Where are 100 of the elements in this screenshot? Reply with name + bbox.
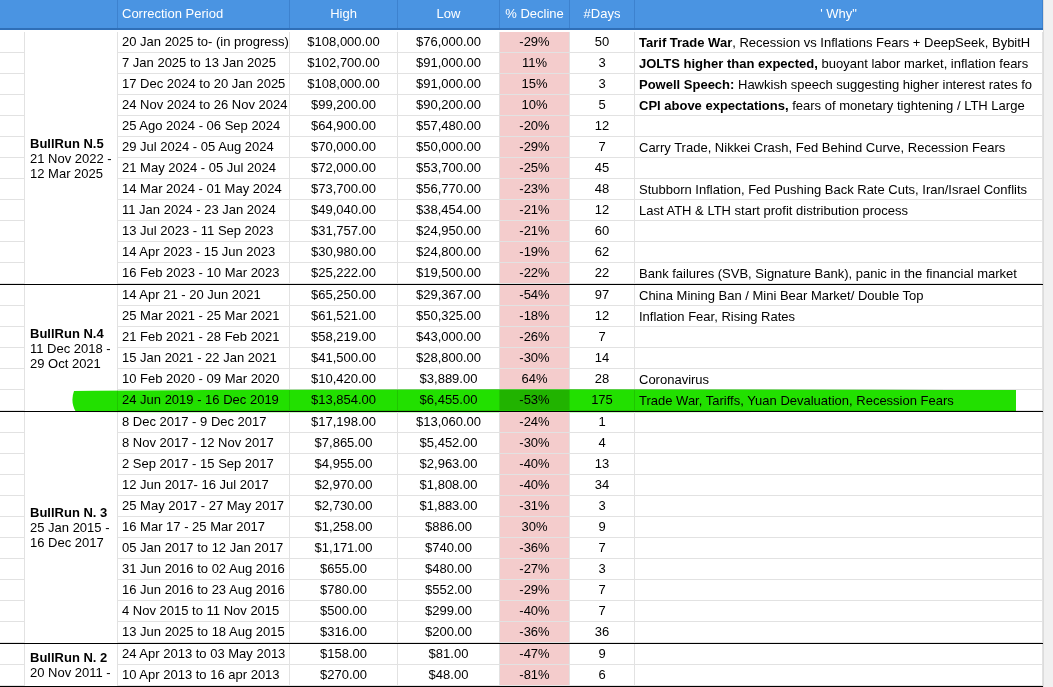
table-cell: 48 [570,179,635,200]
table-cell: $99,200.00 [290,95,398,116]
table-cell: $780.00 [290,580,398,601]
table-cell: -40% [500,475,570,496]
table-cell: 7 [570,137,635,158]
table-cell: -18% [500,306,570,327]
table-cell: 16 Jun 2016 to 23 Aug 2016 [118,580,290,601]
row-header [0,327,25,348]
row-header [0,74,25,95]
row-header [0,263,25,284]
row-header [0,242,25,263]
group-title: BullRun N.4 [30,325,105,341]
table-cell: 10 Apr 2013 to 16 apr 2013 [118,665,290,686]
table-cell: $65,250.00 [290,285,398,306]
row-header [0,179,25,200]
column-header: Correction Period [118,0,290,28]
table-cell: Carry Trade, Nikkei Crash, Fed Behind Curve, Recession Fears [635,137,1043,158]
table-cell: 1 [570,412,635,433]
table-cell: 3 [570,53,635,74]
table-cell: -29% [500,32,570,53]
table-cell: -29% [500,580,570,601]
table-cell: -21% [500,200,570,221]
table-cell: $4,955.00 [290,454,398,475]
table-cell: 22 [570,263,635,284]
row-header [0,32,25,53]
table-cell: 10% [500,95,570,116]
row-header [0,390,25,411]
group-dates: 12 Mar 2025 [30,165,104,181]
table-cell: $58,219.00 [290,327,398,348]
table-cell: -30% [500,348,570,369]
table-cell: 45 [570,158,635,179]
table-cell: Bank failures (SVB, Signature Bank), panic in the financial market [635,263,1043,284]
group-title: BullRun N. 2 [30,650,109,665]
table-cell: $17,198.00 [290,412,398,433]
table-cell: 30% [500,517,570,538]
row-header [0,538,25,559]
table-cell: -31% [500,496,570,517]
table-cell: 12 Jun 2017- 16 Jul 2017 [118,475,290,496]
row-header [0,433,25,454]
table-cell: 05 Jan 2017 to 12 Jan 2017 [118,538,290,559]
table-cell: Inflation Fear, Rising Rates [635,306,1043,327]
table-cell: JOLTS higher than expected, buoyant labor market, inflation fears [635,53,1043,74]
table-cell: -21% [500,221,570,242]
table-cell: 14 Mar 2024 - 01 May 2024 [118,179,290,200]
table-cell: 12 [570,116,635,137]
table-cell: $108,000.00 [290,74,398,95]
row-header [0,137,25,158]
row-header [0,622,25,643]
row-header [0,348,25,369]
table-cell: 7 Jan 2025 to 13 Jan 2025 [118,53,290,74]
table-cell: 60 [570,221,635,242]
table-cell: $64,900.00 [290,116,398,137]
table-cell: 64% [500,369,570,390]
table-cell: 25 Mar 2021 - 25 Mar 2021 [118,306,290,327]
column-header: #Days [570,0,635,28]
table-cell: -36% [500,538,570,559]
table-cell: -22% [500,263,570,284]
row-header [0,116,25,137]
table-cell: 14 Apr 2023 - 15 Jun 2023 [118,242,290,263]
row-header [0,517,25,538]
table-cell: $2,970.00 [290,475,398,496]
table-cell: Powell Speech: Hawkish speech suggesting higher interest rates fo [635,74,1043,95]
table-cell: -23% [500,179,570,200]
table-cell: $500.00 [290,601,398,622]
table-cell: $41,500.00 [290,348,398,369]
table-cell: 16 Mar 17 - 25 Mar 2017 [118,517,290,538]
row-header [0,601,25,622]
table-cell: $108,000.00 [290,32,398,53]
table-cell: -36% [500,622,570,643]
table-cell: 62 [570,242,635,263]
table-cell: 17 Dec 2024 to 20 Jan 2025 [118,74,290,95]
table-cell: 14 [570,348,635,369]
table-cell: -40% [500,454,570,475]
table-cell: -81% [500,665,570,686]
table-cell: 50 [570,32,635,53]
table-cell: -27% [500,559,570,580]
table-cell: 11% [500,53,570,74]
group-dates: 16 Dec 2017 [30,535,105,550]
table-cell: 3 [570,559,635,580]
row-header [0,95,25,116]
row-header [0,285,25,306]
row-header [0,644,25,665]
table-cell: $270.00 [290,665,398,686]
table-cell: 6 [570,665,635,686]
table-cell: Tarif Trade War, Recession vs Inflations Fears + DeepSeek, BybitH [635,32,1043,53]
table-cell: $70,000.00 [290,137,398,158]
table-cell: -25% [500,158,570,179]
group-dates: 25 Jan 2015 - [30,520,111,535]
row-header [0,200,25,221]
table-cell: 13 Jun 2025 to 18 Aug 2015 [118,622,290,643]
table-cell: 36 [570,622,635,643]
table-cell: 21 Feb 2021 - 28 Feb 2021 [118,327,290,348]
table-cell: 29 Jul 2024 - 05 Aug 2024 [118,137,290,158]
column-header: % Decline [500,0,570,28]
row-header [0,158,25,179]
table-cell: $73,700.00 [290,179,398,200]
column-header: High [290,0,398,28]
row-header [0,221,25,242]
table-cell: -26% [500,327,570,348]
row-header [0,475,25,496]
